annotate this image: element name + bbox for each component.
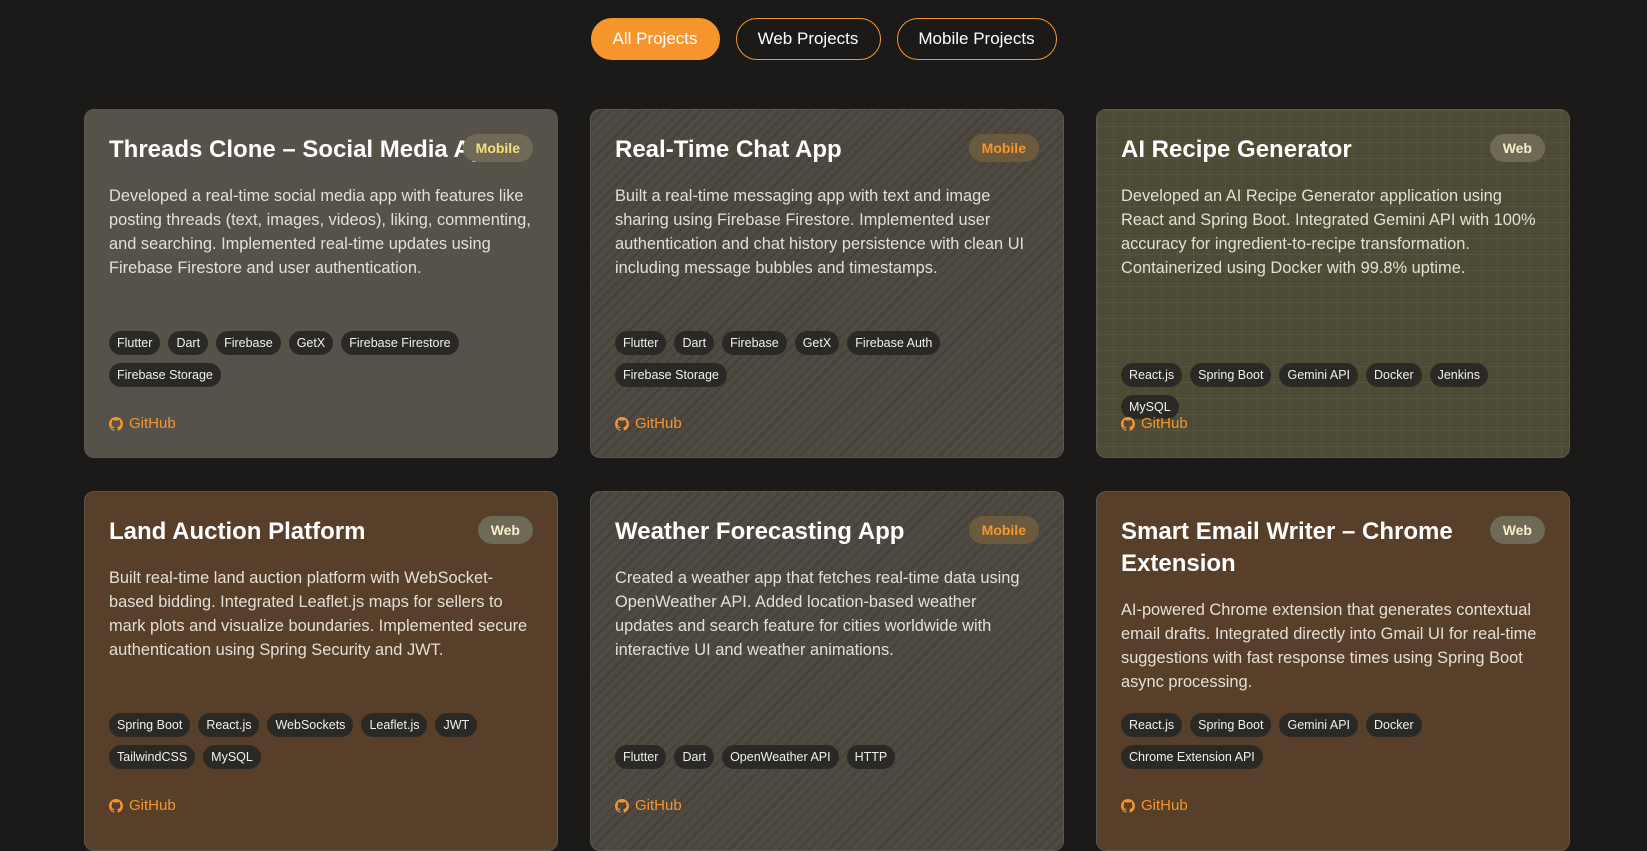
filter-all-projects-button[interactable]: All Projects	[590, 18, 720, 60]
tech-tag: HTTP	[846, 745, 896, 769]
tech-tag: TailwindCSS	[109, 745, 196, 769]
project-title: Land Auction Platform	[109, 518, 366, 545]
project-description: Created a weather app that fetches real-…	[615, 569, 1020, 659]
project-filter-bar: All Projects Web Projects Mobile Project…	[0, 18, 1647, 60]
project-description: Developed a real-time social media app w…	[109, 187, 531, 277]
tech-tag: GetX	[794, 331, 840, 355]
tech-tag: Docker	[1366, 713, 1422, 737]
tech-tag: Spring Boot	[1190, 363, 1272, 387]
tech-tag: Gemini API	[1279, 363, 1359, 387]
tech-tag: Leaflet.js	[361, 713, 428, 737]
tech-tag: Firebase Firestore	[341, 331, 459, 355]
github-link-label: GitHub	[635, 415, 682, 432]
tech-tag-list: Flutter Dart Firebase GetX Firebase Fire…	[109, 331, 537, 387]
tech-tag: Docker	[1366, 363, 1422, 387]
tech-tag: Dart	[674, 331, 715, 355]
github-link[interactable]: GitHub	[109, 415, 176, 432]
project-description: Developed an AI Recipe Generator applica…	[1121, 187, 1536, 277]
github-icon	[615, 798, 629, 813]
github-link[interactable]: GitHub	[109, 797, 176, 814]
tech-tag: Dart	[168, 331, 209, 355]
tech-tag: JWT	[435, 713, 478, 737]
tech-tag-list: Flutter Dart Firebase GetX Firebase Auth…	[615, 331, 1043, 387]
tech-tag-list: Spring Boot React.js WebSockets Leaflet.…	[109, 713, 537, 769]
github-icon	[1121, 798, 1135, 813]
github-link[interactable]: GitHub	[615, 797, 682, 814]
project-type-badge: Web	[1489, 516, 1545, 544]
tech-tag: React.js	[198, 713, 260, 737]
tech-tag: Chrome Extension API	[1121, 745, 1263, 769]
tech-tag-list: React.js Spring Boot Gemini API Docker C…	[1121, 713, 1549, 769]
tech-tag: Firebase Auth	[847, 331, 941, 355]
project-title: AI Recipe Generator	[1121, 136, 1352, 163]
project-card-weather-forecasting: Weather Forecasting App Mobile Created a…	[590, 491, 1064, 851]
tech-tag: Firebase Storage	[109, 363, 221, 387]
project-description: Built real-time land auction platform wi…	[109, 569, 528, 659]
projects-grid: Threads Clone – Social Media App Mobile …	[84, 109, 1572, 851]
filter-mobile-projects-button[interactable]: Mobile Projects	[896, 18, 1057, 60]
tech-tag-list: React.js Spring Boot Gemini API Docker J…	[1121, 363, 1549, 419]
project-card-ai-recipe-generator: AI Recipe Generator Web Developed an AI …	[1096, 109, 1570, 458]
github-link[interactable]: GitHub	[1121, 797, 1188, 814]
tech-tag: Firebase Storage	[615, 363, 727, 387]
tech-tag-list: Flutter Dart OpenWeather API HTTP	[615, 745, 1043, 769]
project-title: Smart Email Writer – Chrome Extension	[1121, 518, 1453, 577]
tech-tag: Firebase	[722, 331, 787, 355]
project-card-real-time-chat: Real-Time Chat App Mobile Built a real-t…	[590, 109, 1064, 458]
tech-tag: Dart	[674, 745, 715, 769]
project-type-badge: Web	[1489, 134, 1545, 162]
project-card-threads-clone: Threads Clone – Social Media App Mobile …	[84, 109, 558, 458]
project-type-badge: Mobile	[968, 516, 1039, 544]
tech-tag: Flutter	[615, 331, 667, 355]
tech-tag: Flutter	[615, 745, 667, 769]
project-type-badge: Mobile	[462, 134, 533, 162]
github-link-label: GitHub	[1141, 797, 1188, 814]
github-icon	[109, 798, 123, 813]
github-link[interactable]: GitHub	[615, 415, 682, 432]
filter-web-projects-button[interactable]: Web Projects	[735, 18, 881, 60]
tech-tag: WebSockets	[267, 713, 354, 737]
github-link-label: GitHub	[635, 797, 682, 814]
project-description: Built a real-time messaging app with tex…	[615, 187, 1025, 277]
project-type-badge: Web	[477, 516, 533, 544]
project-card-smart-email-writer: Smart Email Writer – Chrome Extension We…	[1096, 491, 1570, 851]
github-icon	[615, 416, 629, 431]
tech-tag: Gemini API	[1279, 713, 1359, 737]
project-description: AI-powered Chrome extension that generat…	[1121, 601, 1537, 691]
tech-tag: GetX	[288, 331, 334, 355]
github-link-label: GitHub	[129, 415, 176, 432]
github-icon	[109, 416, 123, 431]
github-link[interactable]: GitHub	[1121, 415, 1188, 432]
github-icon	[1121, 416, 1135, 431]
project-card-land-auction: Land Auction Platform Web Built real-tim…	[84, 491, 558, 851]
tech-tag: React.js	[1121, 363, 1183, 387]
tech-tag: Spring Boot	[109, 713, 191, 737]
tech-tag: MySQL	[203, 745, 261, 769]
project-type-badge: Mobile	[968, 134, 1039, 162]
tech-tag: Spring Boot	[1190, 713, 1272, 737]
github-link-label: GitHub	[129, 797, 176, 814]
tech-tag: React.js	[1121, 713, 1183, 737]
tech-tag: OpenWeather API	[722, 745, 839, 769]
github-link-label: GitHub	[1141, 415, 1188, 432]
tech-tag: Flutter	[109, 331, 161, 355]
tech-tag: Firebase	[216, 331, 281, 355]
tech-tag: Jenkins	[1429, 363, 1488, 387]
